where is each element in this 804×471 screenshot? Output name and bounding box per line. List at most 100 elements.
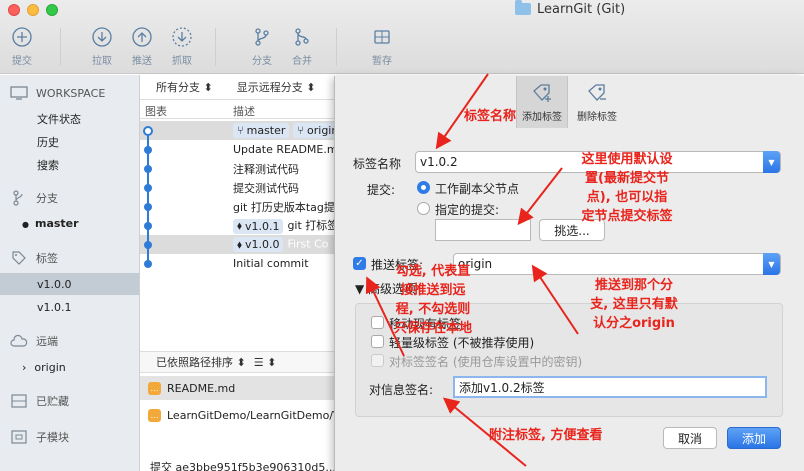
push-remote-combo[interactable]: origin ▼ (453, 253, 781, 275)
sidebar-item-master[interactable]: ● master (22, 217, 79, 230)
add-tag-icon (531, 82, 553, 104)
commit-dot (144, 203, 152, 211)
tag-name-label: 标签名称 (353, 157, 402, 171)
add-button[interactable]: 添加 (727, 427, 781, 449)
working-copy-radio[interactable] (417, 181, 430, 194)
branch-icon (10, 190, 28, 206)
working-copy-label: 工作副本父节点 (435, 182, 520, 196)
tab-add-tag[interactable]: 添加标签 (516, 76, 568, 128)
commit-dot (144, 222, 152, 230)
pull-button[interactable]: 拉取 (84, 26, 120, 67)
commit-hash-input[interactable] (435, 219, 531, 241)
disclosure-triangle-icon: ▼ (355, 282, 369, 296)
tag-icon (10, 250, 28, 266)
annotation-push-check: 勾选, 代表直 接推送到远 程, 不勾选则 只保存在本地 (393, 264, 472, 336)
commit-label: 提交: (367, 183, 396, 197)
commit-button[interactable]: 提交 (4, 26, 40, 67)
fetch-icon (171, 26, 193, 48)
remove-tag-icon (586, 82, 608, 104)
commit-dot (144, 165, 152, 173)
sourcetree-window: LearnGit (Git) 提交 拉取 推送 抓取 分支 合并 暂存 WORK… (0, 0, 804, 471)
stash-button[interactable]: 暂存 (364, 26, 400, 67)
file-sort-bar: 已依照路径排序 ⬍ ☰ ⬍ (140, 351, 335, 373)
tab-remove-tag[interactable]: 删除标签 (571, 76, 623, 128)
commit-row[interactable]: Initial commit (140, 254, 340, 273)
annotation-message: 附注标签, 方便查看 (489, 428, 603, 443)
submodule-icon (10, 429, 28, 445)
toolbar: LearnGit (Git) 提交 拉取 推送 抓取 分支 合并 暂存 (0, 0, 804, 74)
sidebar-section-branches[interactable]: 分支 (10, 190, 58, 206)
commit-row[interactable]: 注释测试代码 (140, 159, 340, 178)
show-remote-dropdown[interactable]: 显示远程分支 ⬍ (237, 79, 316, 95)
sidebar-section-submodules[interactable]: 子模块 (10, 429, 69, 445)
chevron-down-icon: ▼ (763, 253, 780, 275)
sidebar-item-origin[interactable]: › origin (22, 361, 66, 374)
column-description[interactable]: 描述 (233, 103, 255, 119)
plus-circle-icon (11, 26, 33, 48)
sidebar-section-stashes[interactable]: 已贮藏 (10, 393, 69, 409)
folder-icon (515, 0, 531, 15)
commit-dot (144, 241, 152, 249)
monitor-icon (10, 85, 28, 101)
list-view-icon[interactable]: ☰ ⬍ (254, 356, 277, 369)
commit-row[interactable]: ⬧ v1.0.0 First Co (140, 235, 340, 254)
column-graph[interactable]: 图表 (145, 103, 167, 119)
file-row[interactable]: … README.md (140, 376, 335, 400)
stash-icon (371, 26, 393, 48)
sort-dropdown[interactable]: 已依照路径排序 ⬍ (156, 354, 246, 370)
sidebar-item-history[interactable]: 历史 (37, 134, 59, 150)
sidebar-item-tag-v1-0-0[interactable]: v1.0.0 (37, 278, 72, 291)
specified-commit-label: 指定的提交: (435, 203, 500, 217)
commit-row[interactable]: ⑂ master ⑂ origin (140, 121, 343, 140)
message-label: 对信息签名: (369, 383, 434, 397)
message-input[interactable]: 添加v1.0.2标签 (453, 376, 767, 398)
commit-dot (144, 260, 152, 268)
merge-icon (291, 26, 313, 48)
commit-dot (144, 184, 152, 192)
specified-commit-radio[interactable] (417, 202, 430, 215)
branch-icon (251, 26, 273, 48)
close-window-button[interactable] (8, 4, 20, 16)
sign-tag-label: 对标签签名 (使用仓库设置中的密钥) (389, 355, 583, 369)
modified-file-icon: … (148, 408, 161, 422)
annotation-push-remote: 推送到那个分 支, 这里只有默 认分之origin (590, 278, 678, 331)
chevron-down-icon: ▼ (763, 151, 780, 173)
annotation-default-commit: 这里使用默认设 置(最新提交节 点), 也可以指 定节点提交标签 (581, 152, 673, 224)
file-row[interactable]: … LearnGitDemo/LearnGitDemo/V (140, 403, 335, 427)
fetch-button[interactable]: 抓取 (164, 26, 200, 67)
commit-dot (144, 146, 152, 154)
arrow-up-circle-icon (131, 26, 153, 48)
sidebar: WORKSPACE 文件状态 历史 搜索 分支 ● master 标签 v1.0.… (0, 75, 140, 471)
push-tag-checkbox[interactable]: ✓ (353, 257, 366, 270)
push-button[interactable]: 推送 (124, 26, 160, 67)
all-branches-dropdown[interactable]: 所有分支 ⬍ (156, 79, 213, 95)
commit-row[interactable]: Update README.md (140, 140, 345, 159)
stash-icon (10, 393, 28, 409)
commit-row[interactable]: 提交测试代码 (140, 178, 340, 197)
sidebar-item-file-status[interactable]: 文件状态 (37, 111, 81, 127)
minimize-window-button[interactable] (27, 4, 39, 16)
commit-hash-line: 提交 ae3bbe951f5b3e906310d5... (150, 461, 336, 471)
sign-tag-checkbox[interactable] (371, 354, 384, 367)
branch-ref-master: ⑂ master (233, 123, 290, 138)
arrow-down-circle-icon (91, 26, 113, 48)
tag-ref-v1-0-0: ⬧ v1.0.0 (233, 237, 284, 252)
cancel-button[interactable]: 取消 (663, 427, 717, 449)
sidebar-section-tags[interactable]: 标签 (10, 250, 58, 266)
head-commit-dot (143, 126, 153, 136)
merge-button[interactable]: 合并 (284, 26, 320, 67)
maximize-window-button[interactable] (46, 4, 58, 16)
cloud-icon (10, 333, 28, 349)
sidebar-section-workspace[interactable]: WORKSPACE (10, 85, 105, 101)
current-branch-dot-icon: ● (22, 220, 29, 229)
window-title: LearnGit (Git) (515, 0, 625, 18)
tag-ref-v1-0-1: ⬧ v1.0.1 (233, 218, 284, 234)
commit-row[interactable]: ⬧ v1.0.1 git 打标签 (140, 216, 340, 235)
chevron-right-icon: › (22, 361, 27, 374)
sidebar-section-remotes[interactable]: 远端 (10, 333, 58, 349)
commit-row[interactable]: git 打历史版本tag提 (140, 197, 340, 216)
sidebar-item-search[interactable]: 搜索 (37, 157, 59, 173)
sidebar-item-tag-v1-0-1[interactable]: v1.0.1 (37, 301, 72, 314)
branch-button[interactable]: 分支 (244, 26, 280, 67)
annotation-tag-name: 标签名称 (464, 109, 517, 124)
